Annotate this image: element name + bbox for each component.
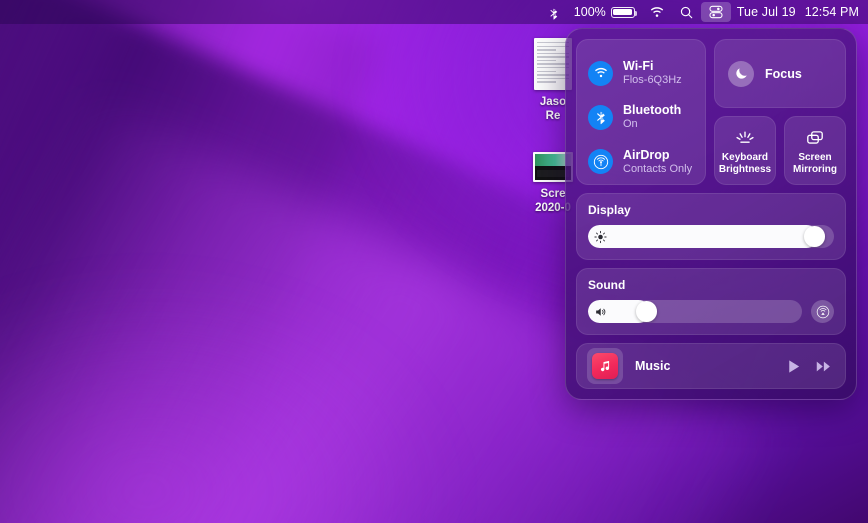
control-center-icon xyxy=(709,5,723,19)
control-center-panel: Wi-Fi Flos-6Q3Hz Bluetooth On AirDrop Co… xyxy=(565,28,857,400)
wifi-text-group: Wi-Fi Flos-6Q3Hz xyxy=(623,59,682,87)
menu-bar-clock[interactable]: Tue Jul 19 12:54 PM xyxy=(731,5,859,19)
wallpaper-bottom-glow xyxy=(0,282,452,523)
brightness-icon xyxy=(594,230,607,243)
sound-volume-slider[interactable] xyxy=(588,300,802,323)
control-center-top-row: Wi-Fi Flos-6Q3Hz Bluetooth On AirDrop Co… xyxy=(576,39,846,185)
music-app-icon xyxy=(592,353,618,379)
wifi-status: Flos-6Q3Hz xyxy=(623,74,682,87)
airdrop-toggle-row[interactable]: AirDrop Contacts Only xyxy=(588,141,694,183)
music-app-label: Music xyxy=(635,359,671,373)
airplay-icon xyxy=(816,305,829,318)
screen-mirroring-tile[interactable]: Screen Mirroring xyxy=(784,116,846,185)
wifi-toggle-row[interactable]: Wi-Fi Flos-6Q3Hz xyxy=(588,52,694,94)
menu-bar-date: Tue Jul 19 xyxy=(736,5,796,19)
sound-output-button[interactable] xyxy=(811,300,834,323)
sound-title: Sound xyxy=(588,278,626,292)
airdrop-label: AirDrop xyxy=(623,147,670,162)
screen-mirroring-label: Screen Mirroring xyxy=(793,152,837,175)
music-icon-container xyxy=(587,348,623,384)
control-center-small-tiles: Keyboard Brightness Screen Mirroring xyxy=(714,116,846,185)
bluetooth-status: On xyxy=(623,118,638,131)
sound-slider-knob[interactable] xyxy=(636,301,657,322)
bluetooth-label: Bluetooth xyxy=(623,103,682,118)
wifi-menu-item[interactable] xyxy=(642,2,672,22)
display-title: Display xyxy=(588,203,631,217)
fast-forward-icon[interactable] xyxy=(815,358,832,375)
display-brightness-slider[interactable] xyxy=(588,225,834,248)
bluetooth-menu-item[interactable] xyxy=(540,2,567,22)
bluetooth-toggle-row[interactable]: Bluetooth On xyxy=(588,96,694,138)
keyboard-brightness-icon xyxy=(736,131,754,143)
bluetooth-text-group: Bluetooth On xyxy=(623,103,681,131)
menu-bar: 100% Tue Jul 19 12:54 PM xyxy=(0,0,868,24)
search-menu-item[interactable] xyxy=(672,2,701,22)
wifi-icon xyxy=(650,6,663,17)
bluetooth-icon xyxy=(550,6,558,20)
keyboard-brightness-tile[interactable]: Keyboard Brightness xyxy=(714,116,776,185)
wifi-label: Wi-Fi xyxy=(623,59,654,74)
battery-menu-item[interactable]: 100% xyxy=(567,2,642,22)
display-slider-knob[interactable] xyxy=(804,226,825,247)
focus-tile[interactable]: Focus xyxy=(714,39,846,108)
control-center-menu-item[interactable] xyxy=(700,2,731,22)
display-slider-row xyxy=(588,225,834,248)
music-controls xyxy=(785,358,832,375)
play-icon[interactable] xyxy=(785,358,802,375)
airdrop-text-group: AirDrop Contacts Only xyxy=(623,148,692,176)
focus-label: Focus xyxy=(765,66,802,81)
airdrop-icon xyxy=(588,149,613,175)
airdrop-status: Contacts Only xyxy=(623,162,693,175)
search-icon xyxy=(680,6,693,18)
bluetooth-icon xyxy=(588,104,613,130)
sound-slider-row xyxy=(588,300,834,323)
speaker-icon xyxy=(596,307,606,316)
display-module: Display xyxy=(576,193,846,260)
battery-icon xyxy=(610,6,638,18)
keyboard-brightness-label: Keyboard Brightness xyxy=(718,152,772,175)
wifi-icon xyxy=(588,60,613,86)
sound-module: Sound xyxy=(576,268,846,335)
music-module[interactable]: Music xyxy=(576,343,846,389)
menu-bar-time: 12:54 PM xyxy=(804,5,859,19)
connectivity-module: Wi-Fi Flos-6Q3Hz Bluetooth On AirDrop Co… xyxy=(576,39,706,185)
battery-percentage: 100% xyxy=(573,5,606,19)
control-center-right-column: Focus Keyboard Brightness Screen Mirrori… xyxy=(714,39,846,185)
screen-mirroring-icon xyxy=(807,131,823,144)
moon-icon xyxy=(728,60,754,87)
